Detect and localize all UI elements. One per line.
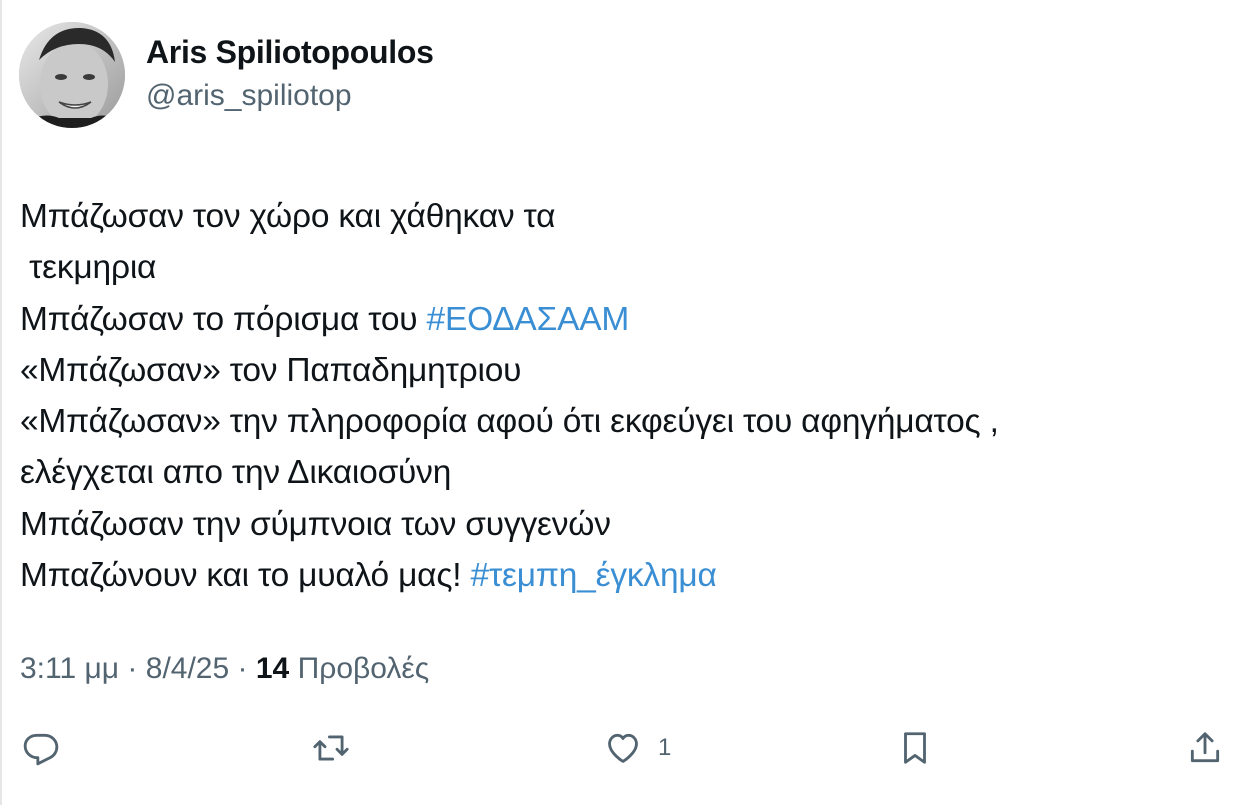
- tweet-text-segment: Μπάζωσαν τον χώρο και χάθηκαν τα: [20, 198, 556, 235]
- tweet-text-segment: Μπαζώνουν και το μυαλό μας!: [20, 557, 471, 595]
- hashtag-link[interactable]: #τεμπη_έγκλημα: [471, 557, 717, 594]
- tweet-line: ελέγχεται απο την Δικαιοσύνη: [20, 447, 1220, 498]
- tweet-text: Μπάζωσαν τον χώρο και χάθηκαν τα τεκμηρι…: [20, 191, 1220, 601]
- tweet-line: «Μπάζωσαν» την πληροφορία αφού ότι εκφεύ…: [20, 396, 1220, 447]
- avatar-photo: [19, 22, 125, 128]
- share-icon: [1190, 732, 1220, 763]
- bookmark-button[interactable]: [896, 728, 934, 768]
- meta-separator: ·: [237, 652, 248, 685]
- like-count: 1: [658, 734, 672, 761]
- tweet-date[interactable]: 8/4/25: [146, 652, 229, 685]
- like-icon: [608, 733, 638, 763]
- views-label: Προβολές: [297, 652, 430, 685]
- tweet-line: Μπάζωσαν το πόρισμα του #ΕΟΔΑΣΑΑΜ: [20, 294, 1220, 345]
- tweet-line: τεκμηρια: [20, 242, 1220, 293]
- tweet-text-segment: «Μπάζωσαν» τον Παπαδημητριου: [20, 351, 522, 389]
- tweet-line: Μπάζωσαν την σύμπνοια των συγγενών: [20, 499, 1220, 550]
- like-button[interactable]: 1: [604, 728, 671, 768]
- tweet-text-segment: Μπάζωσαν το πόρισμα του: [20, 300, 427, 338]
- hashtag-link[interactable]: #ΕΟΔΑΣΑΑΜ: [427, 301, 630, 338]
- avatar[interactable]: [19, 22, 125, 128]
- retweet-button[interactable]: [312, 728, 350, 768]
- meta-separator: ·: [127, 652, 138, 685]
- tweet-text-segment: τεκμηρια: [20, 249, 157, 287]
- author-handle[interactable]: @aris_spiliotop: [146, 79, 352, 113]
- tweet-line: Μπάζωσαν τον χώρο και χάθηκαν τα: [20, 191, 1220, 242]
- tweet-text-segment: «Μπάζωσαν» την πληροφορία αφού ότι εκφεύ…: [20, 403, 999, 441]
- retweet-icon: [313, 735, 349, 761]
- tweet-line: Μπαζώνουν και το μυαλό μας! #τεμπη_έγκλη…: [20, 550, 1220, 601]
- reply-button[interactable]: [22, 728, 60, 768]
- bookmark-icon: [904, 732, 926, 764]
- reply-icon: [23, 733, 59, 766]
- tweet-time[interactable]: 3:11 μμ: [20, 652, 119, 685]
- author-name[interactable]: Aris Spiliotopoulos: [146, 34, 434, 71]
- tweet-text-segment: Μπάζωσαν την σύμπνοια των συγγενών: [20, 505, 611, 543]
- tweet-meta: 3:11 μμ · 8/4/25 · 14 Προβολές: [20, 652, 429, 686]
- tweet-line: «Μπάζωσαν» τον Παπαδημητριου: [20, 345, 1220, 396]
- left-divider: [0, 0, 2, 805]
- share-button[interactable]: [1186, 728, 1224, 768]
- tweet-text-segment: ελέγχεται απο την Δικαιοσύνη: [20, 454, 452, 492]
- views-count: 14: [255, 652, 290, 685]
